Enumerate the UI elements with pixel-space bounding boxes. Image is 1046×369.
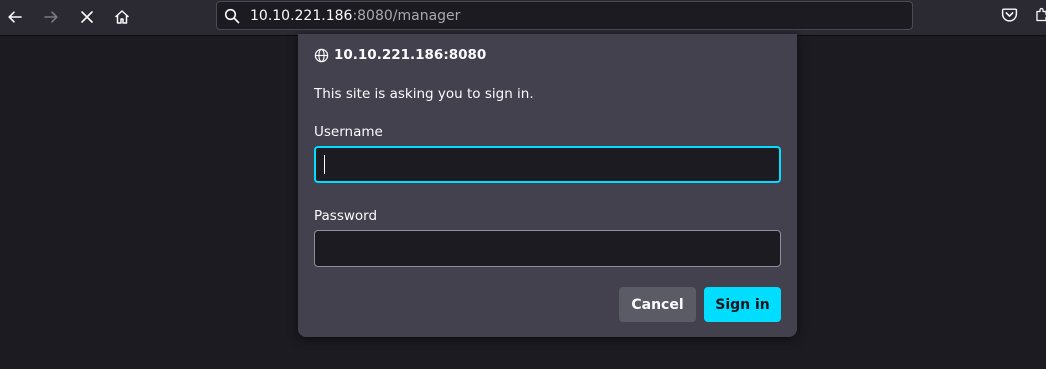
url-path: :8080/manager xyxy=(352,8,461,24)
text-caret xyxy=(324,155,325,174)
password-field[interactable] xyxy=(314,230,781,267)
dialog-origin: 10.10.221.186:8080 xyxy=(314,47,486,63)
globe-icon xyxy=(314,48,329,62)
sign-in-dialog: 10.10.221.186:8080 This site is asking y… xyxy=(298,34,797,337)
extensions-icon xyxy=(1036,7,1046,22)
url-bar[interactable]: 10.10.221.186:8080/manager xyxy=(216,1,913,30)
url-host: 10.10.221.186 xyxy=(250,8,353,24)
forward-arrow-icon xyxy=(44,11,58,23)
stop-button[interactable] xyxy=(73,4,101,30)
back-arrow-icon xyxy=(8,11,22,23)
stop-loading-icon xyxy=(81,11,93,23)
extensions-button[interactable] xyxy=(1035,6,1046,27)
url-text[interactable]: 10.10.221.186:8080/manager xyxy=(250,8,460,24)
sign-in-button[interactable]: Sign in xyxy=(704,287,781,322)
password-label: Password xyxy=(314,208,378,224)
origin-text: 10.10.221.186:8080 xyxy=(334,47,487,63)
home-icon xyxy=(115,10,129,24)
back-button[interactable] xyxy=(1,4,29,30)
username-field[interactable] xyxy=(314,146,781,183)
forward-button[interactable] xyxy=(37,4,65,30)
pocket-icon xyxy=(1001,8,1018,22)
home-button[interactable] xyxy=(108,4,136,30)
browser-toolbar: 10.10.221.186:8080/manager xyxy=(0,0,1046,36)
dialog-message: This site is asking you to sign in. xyxy=(314,86,534,102)
cancel-button[interactable]: Cancel xyxy=(619,287,696,322)
pocket-button[interactable] xyxy=(1001,6,1018,27)
username-label: Username xyxy=(314,124,383,140)
search-icon xyxy=(224,8,240,24)
